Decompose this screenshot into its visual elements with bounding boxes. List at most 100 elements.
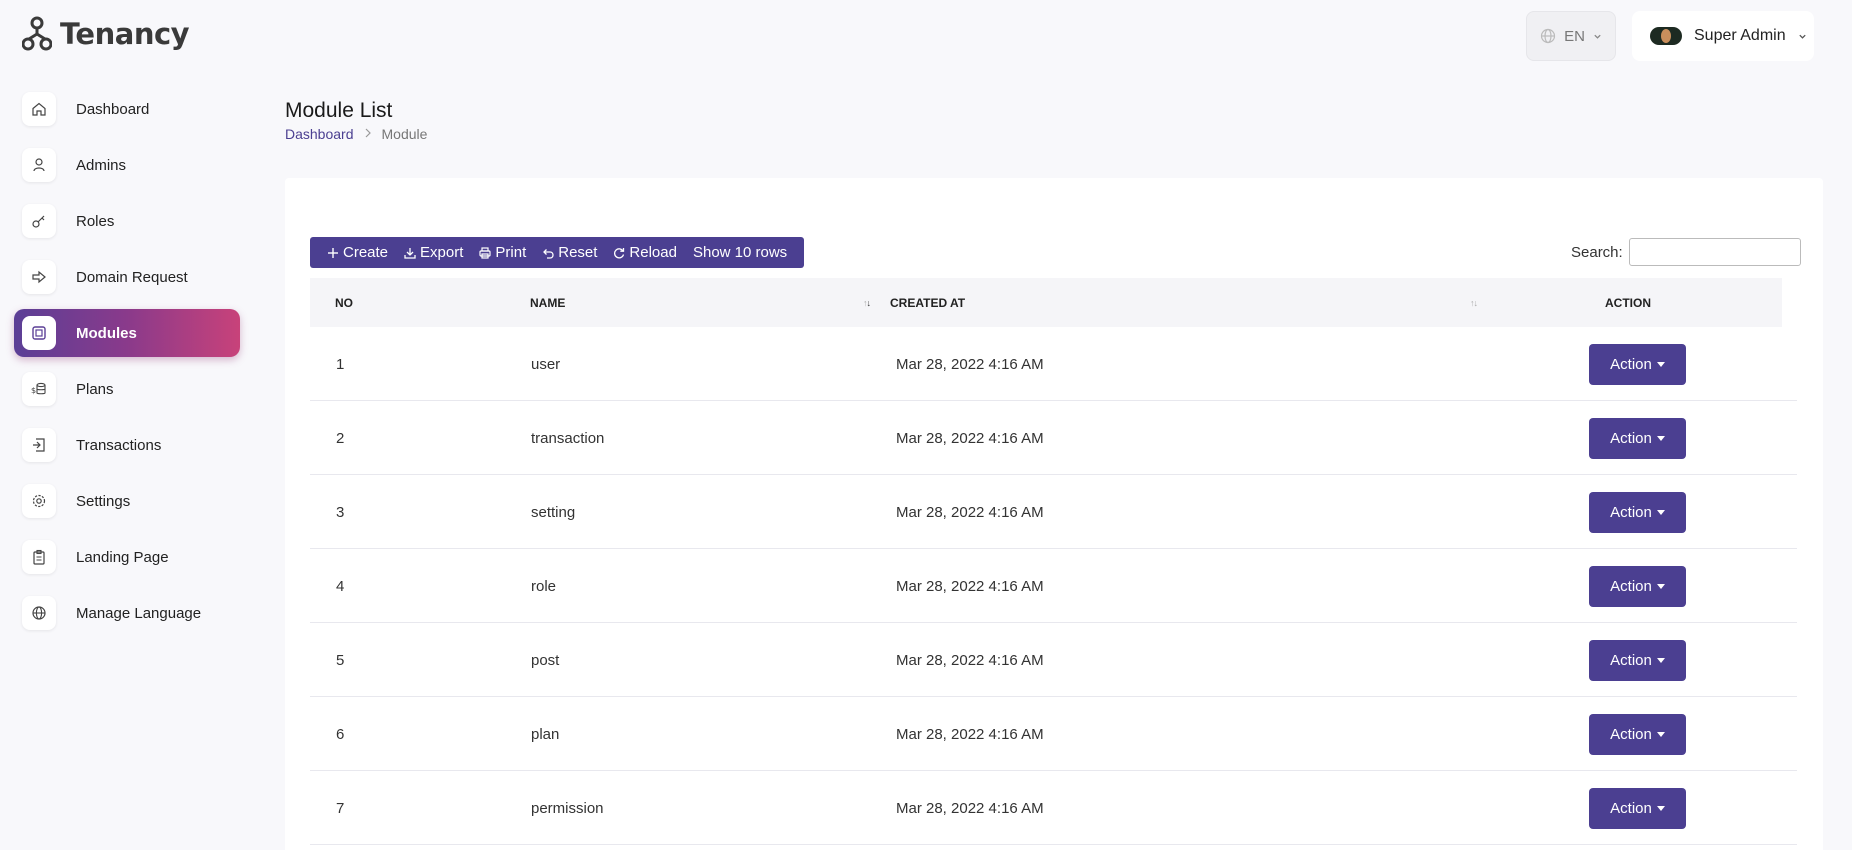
row-number: 4 [336,577,345,595]
sidebar-item-manage-language[interactable]: Manage Language [14,589,240,637]
gear-icon [22,484,56,518]
printer-icon [479,246,491,259]
chevron-down-icon [1798,34,1806,39]
page-title: Module List [285,99,393,122]
reload-label: Reload [629,244,677,261]
row-number: 1 [336,355,345,373]
module-name: user [531,355,561,373]
module-name: role [531,577,557,595]
table-row: 6 plan Mar 28, 2022 4:16 AM Action [310,697,1797,771]
column-header-no[interactable]: NO [335,278,353,327]
action-dropdown-button[interactable]: Action [1589,639,1686,681]
user-icon [22,148,56,182]
action-dropdown-button[interactable]: Action [1589,713,1686,755]
user-menu[interactable]: Super Admin [1632,11,1814,61]
sidebar-item-transactions[interactable]: Transactions [14,421,240,469]
sidebar-item-label: Domain Request [76,268,188,286]
sidebar-item-settings[interactable]: Settings [14,477,240,525]
sidebar-item-domain-request[interactable]: Domain Request [14,253,240,301]
breadcrumb-dashboard-link[interactable]: Dashboard [285,126,354,142]
column-header-name[interactable]: NAME [530,278,565,327]
caret-down-icon [1656,805,1665,811]
table-row: 2 transaction Mar 28, 2022 4:16 AM Actio… [310,401,1797,475]
breadcrumb-current: Module [381,126,428,142]
caret-down-icon [1656,657,1665,663]
print-label: Print [495,244,527,261]
chevron-down-icon [1594,34,1601,39]
export-label: Export [420,244,464,261]
action-label: Action [1610,799,1652,817]
globe-icon [1540,28,1556,44]
row-actions: Action [1589,697,1686,771]
transaction-icon [22,428,56,462]
key-icon [22,204,56,238]
column-header-action: ACTION [1605,295,1651,310]
action-dropdown-button[interactable]: Action [1589,343,1686,385]
sidebar-item-admins[interactable]: Admins [14,141,240,189]
row-actions: Action [1589,623,1686,697]
row-number: 7 [336,799,345,817]
avatar [1650,27,1682,45]
user-name: Super Admin [1694,27,1786,44]
logo-icon [22,16,52,51]
export-button[interactable]: Export [396,244,471,261]
sidebar-item-dashboard[interactable]: Dashboard [14,85,240,133]
created-at: Mar 28, 2022 4:16 AM [896,725,1044,743]
sidebar-item-label: Roles [76,212,115,230]
sidebar-item-roles[interactable]: Roles [14,197,240,245]
reset-button[interactable]: Reset [534,244,605,261]
sidebar-item-label: Manage Language [76,604,202,622]
language-label: EN [1564,27,1585,45]
row-actions: Action [1589,401,1686,475]
brand-logo[interactable]: Tenancy [22,16,190,52]
row-actions: Action [1589,549,1686,623]
table-toolbar: Create Export Print Reset Reload Show 10… [310,237,805,268]
svg-text:$: $ [31,386,36,395]
language-switcher[interactable]: EN [1526,11,1616,61]
table-row: 4 role Mar 28, 2022 4:16 AM Action [310,549,1797,623]
sort-icon[interactable]: ↑↓ [1470,278,1478,327]
row-actions: Action [1589,327,1686,401]
reload-button[interactable]: Reload [605,244,685,261]
sidebar-item-modules[interactable]: Modules [14,309,240,357]
action-dropdown-button[interactable]: Action [1589,565,1686,607]
modules-table: NO NAME ↑ ↓ CREATED AT ↑↓ ACTION 1 user M… [310,278,1797,845]
action-dropdown-button[interactable]: Action [1589,417,1686,459]
module-name: plan [531,725,560,743]
action-dropdown-button[interactable]: Action [1589,491,1686,533]
page-length-button[interactable]: Show 10 rows [685,244,795,261]
created-at: Mar 28, 2022 4:16 AM [896,503,1044,521]
row-number: 5 [336,651,345,669]
print-button[interactable]: Print [471,244,534,261]
column-header-created-at[interactable]: CREATED AT [890,278,965,327]
sidebar-item-plans[interactable]: $ Plans [14,365,240,413]
caret-down-icon [1656,509,1665,515]
reset-label: Reset [558,244,598,261]
sidebar-item-landing-page[interactable]: Landing Page [14,533,240,581]
created-at: Mar 28, 2022 4:16 AM [896,651,1044,669]
row-number: 3 [336,503,345,521]
module-name: transaction [531,429,605,447]
sidebar-item-label: Transactions [76,436,162,454]
create-button[interactable]: Create [319,244,396,261]
caret-down-icon [1656,583,1665,589]
row-number: 6 [336,725,345,743]
row-actions: Action [1589,771,1686,845]
table-row: 7 permission Mar 28, 2022 4:16 AM Action [310,771,1797,845]
created-at: Mar 28, 2022 4:16 AM [896,799,1044,817]
action-dropdown-button[interactable]: Action [1589,787,1686,829]
arrow-right-icon [22,260,56,294]
caret-down-icon [1656,435,1665,441]
caret-down-icon [1656,361,1665,367]
reload-icon [614,247,625,258]
sidebar-item-label: Dashboard [76,100,150,118]
module-name: permission [531,799,604,817]
search-input[interactable] [1628,238,1801,266]
download-icon [404,247,416,259]
sidebar-item-label: Admins [76,156,127,174]
table-row: 1 user Mar 28, 2022 4:16 AM Action [310,327,1797,401]
brand-name: Tenancy [60,17,190,51]
breadcrumb: Dashboard Module [285,126,427,142]
search-box: Search: [1571,238,1801,266]
sort-icon[interactable]: ↑↓ [863,278,871,327]
